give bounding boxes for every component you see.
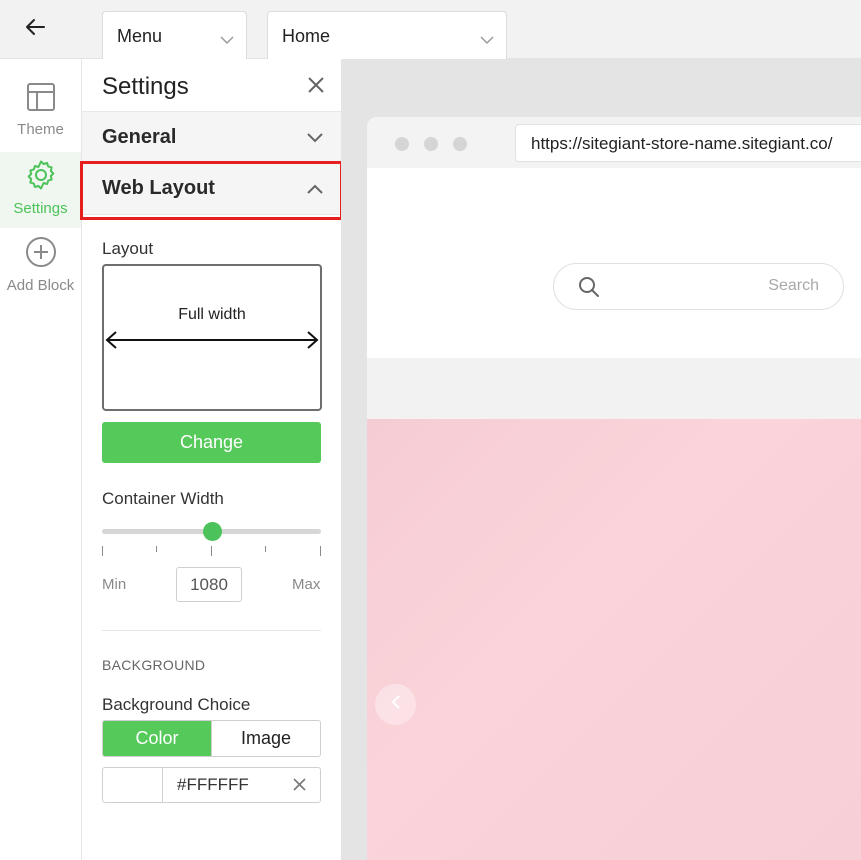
slider-tick — [102, 546, 103, 556]
plus-circle-icon — [24, 235, 58, 274]
window-dot — [453, 137, 467, 151]
browser-preview: https://sitegiant-store-name.sitegiant.c… — [367, 117, 861, 860]
rail-item-add-block[interactable]: Add Block — [0, 229, 81, 305]
accordion-web-layout-label: Web Layout — [102, 177, 215, 199]
container-width-input[interactable] — [176, 567, 242, 602]
rail-item-label: Theme — [17, 121, 64, 138]
arrow-left-icon — [24, 18, 46, 41]
color-hex-input[interactable] — [177, 775, 287, 795]
clear-icon[interactable] — [293, 778, 306, 796]
slider-tick — [211, 546, 212, 556]
panel-header: Settings — [82, 59, 341, 112]
settings-panel: Settings General Web Layout Layout Full … — [80, 59, 343, 860]
site-search-box[interactable]: Search — [553, 263, 844, 310]
hero-banner — [367, 419, 861, 860]
max-label: Max — [292, 576, 321, 593]
site-header: Search — [367, 168, 861, 358]
address-bar: https://sitegiant-store-name.sitegiant.c… — [515, 124, 861, 162]
chevron-up-icon — [307, 181, 323, 199]
min-label: Min — [102, 576, 127, 593]
background-image-option[interactable]: Image — [211, 721, 320, 756]
gear-icon — [24, 158, 58, 197]
background-choice-toggle: Color Image — [102, 720, 321, 757]
browser-bar: https://sitegiant-store-name.sitegiant.c… — [367, 117, 861, 168]
chevron-down-icon — [307, 130, 323, 148]
rail-item-theme[interactable]: Theme — [0, 75, 81, 151]
left-rail: Theme Settings Add Block — [0, 59, 82, 860]
layout-preview-text: Full width — [178, 306, 246, 323]
slider-thumb[interactable] — [202, 522, 222, 541]
panel-title: Settings — [102, 73, 189, 100]
menu-dropdown-label: Menu — [117, 25, 163, 46]
rail-item-settings[interactable]: Settings — [0, 152, 81, 228]
chevron-down-icon — [480, 29, 494, 50]
top-bar: Menu Home — [0, 0, 861, 60]
accordion-general-label: General — [102, 126, 177, 148]
background-section-caption: BACKGROUND — [102, 657, 206, 673]
chevron-left-icon — [390, 694, 402, 715]
slider-tick — [156, 546, 157, 552]
accordion-general[interactable]: General — [82, 112, 341, 164]
page-dropdown-label: Home — [282, 25, 331, 46]
hero-prev-button[interactable] — [375, 684, 416, 725]
slider-tick — [265, 546, 266, 552]
window-dot — [424, 137, 438, 151]
layout-label: Layout — [102, 239, 154, 258]
rail-item-label: Settings — [13, 200, 68, 217]
back-button[interactable] — [14, 12, 56, 46]
container-width-slider[interactable] — [102, 522, 321, 541]
slider-tick — [320, 546, 321, 556]
site-nav-strip — [367, 358, 861, 419]
color-swatch[interactable] — [103, 768, 163, 802]
search-placeholder: Search — [768, 277, 819, 294]
container-width-label: Container Width — [102, 489, 224, 508]
layout-icon — [25, 81, 57, 118]
menu-dropdown[interactable]: Menu — [102, 11, 247, 60]
change-layout-button[interactable]: Change — [102, 422, 321, 463]
rail-item-label: Add Block — [6, 277, 75, 294]
chevron-down-icon — [220, 29, 234, 50]
background-choice-label: Background Choice — [102, 695, 251, 714]
accordion-web-layout[interactable]: Web Layout — [80, 161, 343, 220]
layout-preview[interactable]: Full width — [102, 264, 322, 411]
page-dropdown[interactable]: Home — [267, 11, 507, 60]
window-dot — [395, 137, 409, 151]
background-color-option[interactable]: Color — [103, 721, 211, 756]
close-icon[interactable] — [307, 76, 325, 99]
background-color-field — [102, 767, 321, 803]
divider — [102, 630, 321, 631]
